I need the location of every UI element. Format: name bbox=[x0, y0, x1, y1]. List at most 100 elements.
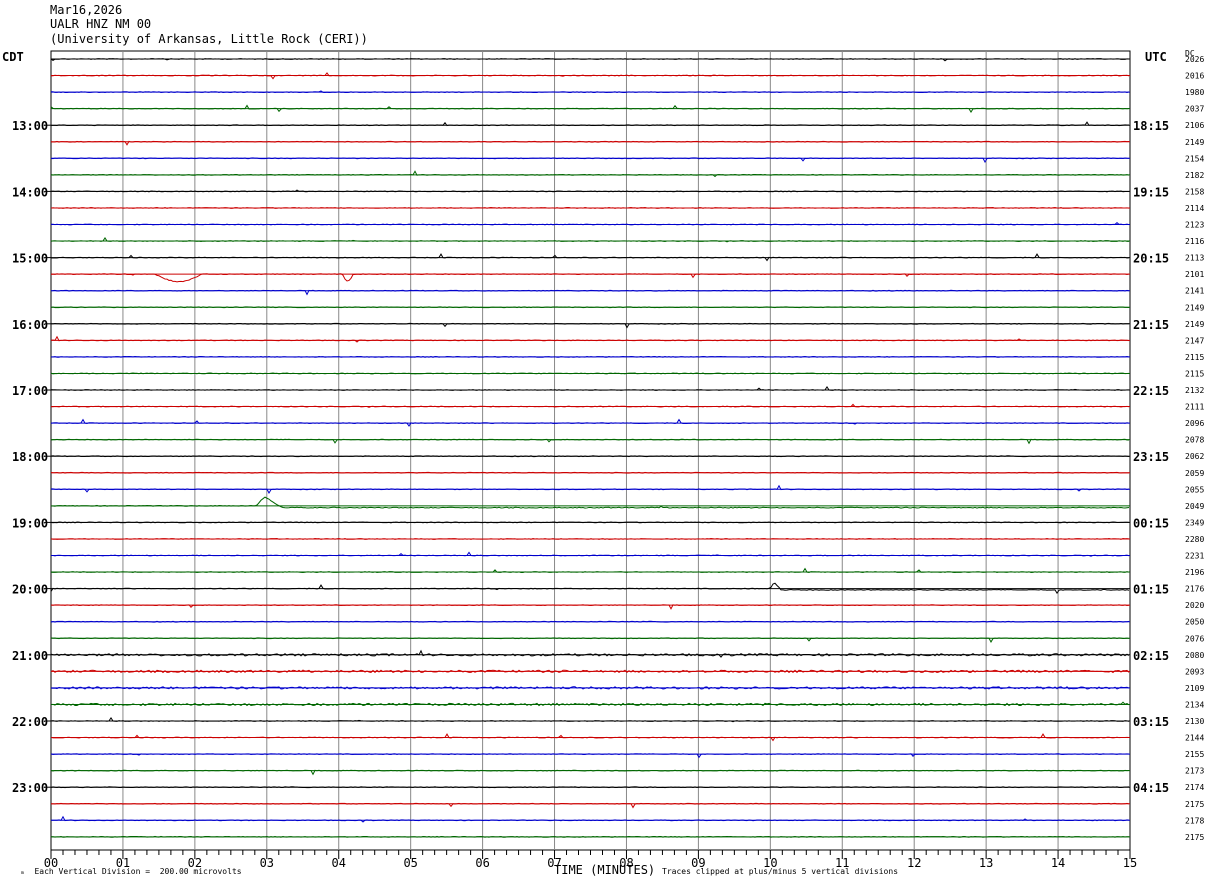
seismic-trace bbox=[51, 90, 1130, 94]
left-hour-label: 13:00 bbox=[12, 119, 48, 133]
dc-value-label: 2141 bbox=[1185, 287, 1204, 296]
dc-value-label: 2109 bbox=[1185, 684, 1204, 693]
right-hour-label: 20:15 bbox=[1133, 252, 1169, 266]
dc-value-label: 2175 bbox=[1185, 833, 1204, 842]
dc-value-label: 2176 bbox=[1185, 585, 1204, 594]
dc-value-label: 2016 bbox=[1185, 72, 1204, 81]
seismic-trace bbox=[50, 322, 1130, 329]
dc-value-label: 2062 bbox=[1185, 452, 1204, 461]
dc-value-label: 2055 bbox=[1185, 485, 1204, 494]
dc-value-label: 2096 bbox=[1185, 419, 1204, 428]
right-hour-label: 00:15 bbox=[1133, 516, 1169, 530]
dc-value-label: 2149 bbox=[1185, 320, 1204, 329]
seismic-trace bbox=[50, 438, 1129, 445]
dc-value-label: 2154 bbox=[1185, 154, 1204, 163]
dc-value-label: 2174 bbox=[1185, 783, 1204, 792]
right-hour-label: 01:15 bbox=[1133, 583, 1169, 597]
seismic-trace bbox=[50, 551, 1130, 557]
right-hour-label: 02:15 bbox=[1133, 649, 1169, 663]
seismic-trace bbox=[50, 58, 1130, 62]
dc-value-label: 2178 bbox=[1185, 816, 1204, 825]
dc-value-label: 2093 bbox=[1185, 667, 1204, 676]
dc-value-label: 2113 bbox=[1185, 254, 1204, 263]
dc-value-label: 2101 bbox=[1185, 270, 1204, 279]
dc-value-label: 2115 bbox=[1185, 369, 1204, 378]
right-hour-label: 22:15 bbox=[1133, 384, 1169, 398]
dc-value-label: 2134 bbox=[1185, 700, 1204, 709]
seismic-trace bbox=[50, 335, 1130, 343]
right-hour-label: 03:15 bbox=[1133, 715, 1169, 729]
dc-value-label: 2026 bbox=[1185, 55, 1204, 64]
seismogram-plot: 00 01 02 03 04 05 06 07 08 09 10 11 12 13 14 1520262016… bbox=[12, 50, 1204, 870]
dc-value-label: 2130 bbox=[1185, 717, 1204, 726]
left-hour-label: 22:00 bbox=[12, 715, 48, 729]
dc-value-label: 2037 bbox=[1185, 105, 1204, 114]
left-hour-label: 16:00 bbox=[12, 318, 48, 332]
right-hour-label: 23:15 bbox=[1133, 450, 1169, 464]
dc-value-label: 2078 bbox=[1185, 436, 1204, 445]
seismic-trace bbox=[50, 104, 1130, 113]
seismic-trace bbox=[50, 157, 1130, 163]
x-tick-label: 13 bbox=[979, 856, 993, 870]
scale-note: ₘ Each Vertical Division = 200.00 microv… bbox=[20, 867, 242, 876]
scale-note-text: Each Vertical Division = 200.00 microvol… bbox=[34, 867, 242, 876]
dc-value-label: 2106 bbox=[1185, 121, 1204, 130]
dc-value-label: 2111 bbox=[1185, 403, 1204, 412]
seismic-trace bbox=[50, 496, 1130, 509]
x-tick-label: 14 bbox=[1051, 856, 1065, 870]
dc-value-label: 1980 bbox=[1185, 88, 1204, 97]
seismic-trace bbox=[50, 385, 1130, 391]
right-hour-label: 18:15 bbox=[1133, 119, 1169, 133]
left-hour-label: 14:00 bbox=[12, 185, 48, 199]
seismic-trace bbox=[50, 815, 1130, 823]
trace-layer bbox=[50, 58, 1130, 838]
dc-value-label: 2147 bbox=[1185, 336, 1204, 345]
seismic-trace bbox=[50, 701, 1130, 707]
dc-value-label: 2175 bbox=[1185, 800, 1204, 809]
seismic-trace bbox=[50, 802, 1130, 809]
dc-value-label: 2114 bbox=[1185, 204, 1204, 213]
seismic-trace bbox=[50, 604, 1130, 610]
dc-value-label: 2155 bbox=[1185, 750, 1204, 759]
x-tick-label: 12 bbox=[907, 856, 921, 870]
dc-value-label: 2144 bbox=[1185, 734, 1204, 743]
seismic-trace bbox=[50, 403, 1130, 408]
dc-value-label: 2115 bbox=[1185, 353, 1204, 362]
dc-value-label: 2158 bbox=[1185, 187, 1204, 196]
dc-value-label: 2049 bbox=[1185, 502, 1204, 511]
seismic-trace bbox=[50, 221, 1130, 226]
right-hour-label: 04:15 bbox=[1133, 781, 1169, 795]
dc-value-label: 2116 bbox=[1185, 237, 1204, 246]
seismic-trace bbox=[50, 669, 1130, 674]
seismic-trace bbox=[50, 121, 1130, 127]
seismic-trace bbox=[50, 649, 1130, 658]
x-tick-label: 15 bbox=[1123, 856, 1137, 870]
x-tick-label: 04 bbox=[332, 856, 346, 870]
seismic-trace bbox=[50, 733, 1130, 742]
dc-value-label: 2149 bbox=[1185, 303, 1204, 312]
left-hour-label: 18:00 bbox=[12, 450, 48, 464]
seismic-trace bbox=[50, 567, 1130, 573]
seismic-trace bbox=[50, 471, 1130, 474]
left-hour-label: 20:00 bbox=[12, 583, 48, 597]
clip-note: Traces clipped at plus/minus 5 vertical … bbox=[662, 867, 899, 876]
dc-value-label: 2076 bbox=[1185, 634, 1204, 643]
seismic-trace bbox=[50, 289, 1130, 296]
dc-value-label: 2182 bbox=[1185, 171, 1204, 180]
seismic-trace bbox=[50, 716, 1130, 723]
seismic-trace bbox=[50, 140, 1130, 146]
left-hour-label: 19:00 bbox=[12, 516, 48, 530]
left-hour-label: 23:00 bbox=[12, 781, 48, 795]
dc-value-label: 2080 bbox=[1185, 651, 1204, 660]
dc-value-label: 2020 bbox=[1185, 601, 1204, 610]
dc-value-label: 2173 bbox=[1185, 767, 1204, 776]
dc-value-label: 2149 bbox=[1185, 138, 1204, 147]
seismic-trace bbox=[50, 637, 1130, 643]
dc-value-label: 2059 bbox=[1185, 469, 1204, 478]
dc-value-label: 2132 bbox=[1185, 386, 1204, 395]
seismic-trace bbox=[50, 170, 1130, 178]
dc-value-label: 2123 bbox=[1185, 221, 1204, 230]
seismic-trace bbox=[50, 306, 1130, 309]
left-hour-label: 17:00 bbox=[12, 384, 48, 398]
corner-mark: ₘ bbox=[20, 867, 25, 876]
